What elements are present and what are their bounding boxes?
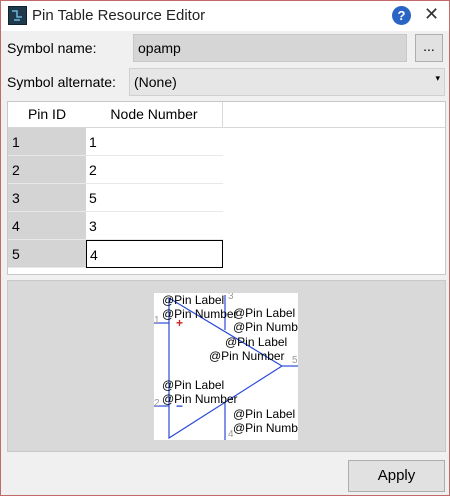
table-row-pin-id[interactable]: 4 xyxy=(8,212,86,240)
pin-number-text: @Pin Number xyxy=(209,349,285,363)
minus-sign: − xyxy=(176,399,184,413)
table-row-pin-id[interactable]: 5 xyxy=(8,240,86,268)
pin-number-3: 3 xyxy=(228,293,234,302)
symbol-preview-panel: @Pin Label @Pin Number @Pin Label @Pin N… xyxy=(7,280,446,452)
help-icon[interactable]: ? xyxy=(392,6,411,25)
close-icon[interactable]: ✕ xyxy=(424,4,439,25)
column-header-node-number[interactable]: Node Number xyxy=(86,102,223,128)
table-row-pin-id[interactable]: 3 xyxy=(8,184,86,212)
pin-number-text: @Pin Number xyxy=(162,307,238,321)
symbol-name-value: opamp xyxy=(138,40,181,56)
pin-number-4: 4 xyxy=(228,429,234,440)
app-icon xyxy=(8,6,27,25)
pin-number-2: 2 xyxy=(154,398,160,409)
column-header-pin-id[interactable]: Pin ID xyxy=(8,102,87,128)
table-row-node[interactable]: 5 xyxy=(86,184,223,212)
pin-number-5: 5 xyxy=(292,355,298,366)
symbol-name-field[interactable]: opamp xyxy=(133,34,407,62)
table-row-node[interactable]: 3 xyxy=(86,212,223,240)
browse-button[interactable]: ... xyxy=(415,34,443,62)
title-bar: Pin Table Resource Editor ? ✕ xyxy=(1,1,449,31)
window-title: Pin Table Resource Editor xyxy=(32,7,206,24)
symbol-preview: @Pin Label @Pin Number @Pin Label @Pin N… xyxy=(154,293,298,440)
column-header-filler xyxy=(223,102,445,128)
pin-number-text: @Pin Number xyxy=(233,421,298,435)
table-row-pin-id[interactable]: 2 xyxy=(8,156,86,184)
table-row-pin-id[interactable]: 1 xyxy=(8,128,86,156)
symbol-name-label: Symbol name: xyxy=(7,40,97,56)
plus-sign: + xyxy=(176,316,184,330)
table-row-node[interactable]: 1 xyxy=(86,128,223,156)
pin-number-text: @Pin Number xyxy=(233,320,298,334)
pin-label-text: @Pin Label xyxy=(162,293,225,307)
symbol-alternate-label: Symbol alternate: xyxy=(7,74,116,90)
symbol-alternate-select[interactable]: (None) ▾ xyxy=(129,68,445,96)
table-cell-editing[interactable]: 4 xyxy=(86,240,223,268)
symbol-alternate-value: (None) xyxy=(134,74,177,90)
pin-label-text: @Pin Label xyxy=(225,335,288,349)
table-row-node[interactable]: 2 xyxy=(86,156,223,184)
pin-table: Pin ID Node Number 1 1 2 2 3 5 4 3 5 4 xyxy=(7,101,446,275)
pin-label-text: @Pin Label xyxy=(233,407,296,421)
pin-number-1: 1 xyxy=(154,315,160,326)
apply-button[interactable]: Apply xyxy=(348,460,445,492)
pin-label-text: @Pin Label xyxy=(233,306,296,320)
dropdown-arrow-icon: ▾ xyxy=(435,73,440,83)
pin-number-text: @Pin Number xyxy=(162,392,238,406)
dialog-window: Pin Table Resource Editor ? ✕ Symbol nam… xyxy=(0,0,450,496)
pin-label-text: @Pin Label xyxy=(162,378,225,392)
